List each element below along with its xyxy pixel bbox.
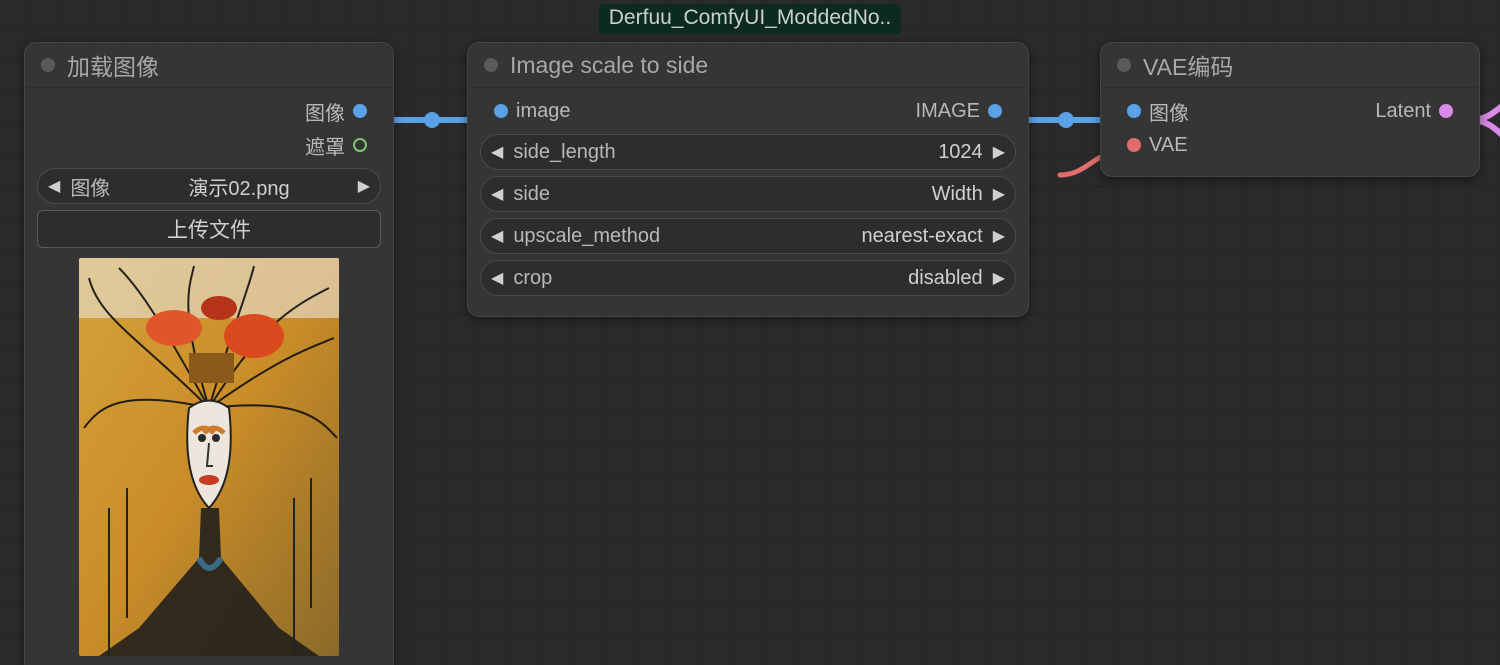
collapse-dot-icon[interactable] [41,58,55,72]
slot-label: 遮罩 [305,131,345,160]
node-vae-encode[interactable]: VAE编码 图像 Latent VAE [1100,42,1480,177]
chevron-right-icon[interactable]: ▶ [993,226,1005,246]
slot-label: 图像 [305,97,345,126]
output-slot-mask[interactable]: 遮罩 [305,131,367,160]
slot-label: Latent [1375,100,1431,123]
widget-label: side_length [513,141,615,164]
chevron-left-icon[interactable]: ◀ [491,226,503,246]
chevron-left-icon[interactable]: ◀ [491,184,503,204]
port-icon[interactable] [1127,138,1141,152]
collapse-dot-icon[interactable] [484,58,498,72]
widget-crop[interactable]: ◀ crop disabled ▶ [480,260,1016,296]
slot-label: image [516,100,570,123]
port-icon[interactable] [494,104,508,118]
output-slot-latent[interactable]: Latent [1375,100,1453,123]
node-titlebar[interactable]: VAE编码 [1101,43,1479,88]
node-load-image[interactable]: 加载图像 图像 遮罩 ◀ 图像 演示02.png [24,42,394,665]
input-slot-vae[interactable]: VAE [1127,134,1188,157]
chevron-right-icon[interactable]: ▶ [993,142,1005,162]
input-slot-image[interactable]: image [494,100,570,123]
widget-value: 演示02.png [188,172,289,201]
widget-value: 1024 [938,141,983,164]
chevron-left-icon[interactable]: ◀ [491,268,503,288]
port-icon[interactable] [353,104,367,118]
widget-label: crop [513,267,552,290]
chevron-right-icon[interactable]: ▶ [993,184,1005,204]
port-icon[interactable] [1127,104,1141,118]
node-title: VAE编码 [1143,48,1233,82]
chevron-right-icon[interactable]: ▶ [358,176,370,196]
widget-label: 图像 [70,172,110,201]
output-slot-image[interactable]: IMAGE [916,100,1002,123]
widget-side[interactable]: ◀ side Width ▶ [480,176,1016,212]
node-titlebar[interactable]: 加载图像 [25,43,393,88]
image-select-widget[interactable]: ◀ 图像 演示02.png ▶ [37,168,381,204]
widget-label: upscale_method [513,225,660,248]
upload-button[interactable]: 上传文件 [37,210,381,248]
port-icon[interactable] [1439,104,1453,118]
input-slot-pixels[interactable]: 图像 [1127,97,1189,126]
slot-label: 图像 [1149,97,1189,126]
widget-label: side [513,183,550,206]
chevron-right-icon[interactable]: ▶ [993,268,1005,288]
node-title: 加载图像 [67,48,159,82]
widget-value: disabled [908,267,983,290]
slot-label: IMAGE [916,100,980,123]
output-slot-image[interactable]: 图像 [305,97,367,126]
node-canvas[interactable]: 加载图像 图像 遮罩 ◀ 图像 演示02.png [0,0,1500,665]
collapse-dot-icon[interactable] [1117,58,1131,72]
widget-value: nearest-exact [862,225,983,248]
node-image-scale-to-side[interactable]: Image scale to side image IMAGE ◀ side_l… [467,42,1029,317]
port-icon[interactable] [353,138,367,152]
node-titlebar[interactable]: Image scale to side [468,43,1028,88]
image-preview [79,258,339,656]
chevron-left-icon[interactable]: ◀ [491,142,503,162]
widget-value: Width [932,183,983,206]
chevron-left-icon[interactable]: ◀ [48,176,60,196]
widget-side-length[interactable]: ◀ side_length 1024 ▶ [480,134,1016,170]
node-title: Image scale to side [510,52,708,79]
widget-upscale-method[interactable]: ◀ upscale_method nearest-exact ▶ [480,218,1016,254]
port-icon[interactable] [988,104,1002,118]
slot-label: VAE [1149,134,1188,157]
